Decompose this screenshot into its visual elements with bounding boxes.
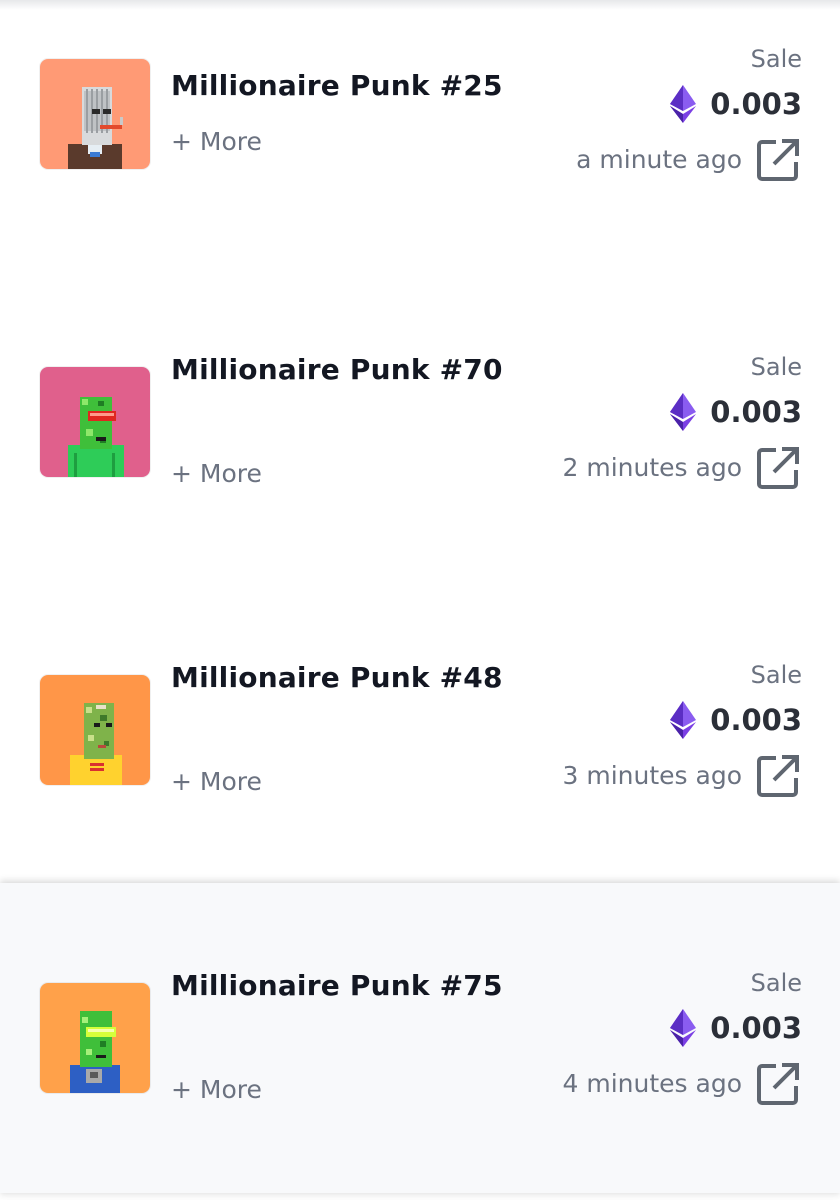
ethereum-icon [670,1009,697,1047]
timestamp: 4 minutes ago [562,1069,742,1098]
event-type-label: Sale [750,969,802,997]
timestamp: 2 minutes ago [562,453,742,482]
external-link-icon[interactable] [756,754,800,798]
ethereum-icon [670,701,697,739]
price: 0.003 [670,84,802,124]
price-value: 0.003 [710,1011,802,1045]
price: 0.003 [670,700,802,740]
nft-title[interactable]: Millionaire Punk #75 [171,962,531,1010]
more-button[interactable]: + More [171,766,262,798]
ethereum-icon [670,393,697,431]
nft-title[interactable]: Millionaire Punk #48 [171,654,531,702]
price-value: 0.003 [710,395,802,429]
timestamp-row: 2 minutes ago [563,446,800,490]
event-type-label: Sale [750,45,802,73]
more-button[interactable]: + More [171,126,262,158]
ethereum-icon [670,85,697,123]
list-item[interactable]: Millionaire Punk #75 + More Sale 0.003 4… [0,883,840,1193]
nft-title[interactable]: Millionaire Punk #25 [171,62,531,110]
more-button[interactable]: + More [171,1074,262,1106]
list-item[interactable]: Millionaire Punk #25 + More Sale 0.003 a… [0,0,840,300]
price: 0.003 [670,1008,802,1048]
event-type-label: Sale [750,661,802,689]
price-value: 0.003 [710,87,802,121]
more-button[interactable]: + More [171,458,262,490]
price-value: 0.003 [710,703,802,737]
sales-activity-list: Millionaire Punk #25 + More Sale 0.003 a… [0,0,840,1200]
list-item[interactable]: Millionaire Punk #48 + More Sale 0.003 3… [0,600,840,883]
timestamp-row: 4 minutes ago [563,1062,800,1106]
nft-title[interactable]: Millionaire Punk #70 [171,346,531,394]
price: 0.003 [670,392,802,432]
external-link-icon[interactable] [756,138,800,182]
timestamp: 3 minutes ago [562,761,742,790]
nft-thumbnail[interactable] [40,983,150,1093]
event-type-label: Sale [750,353,802,381]
external-link-icon[interactable] [756,446,800,490]
nft-thumbnail[interactable] [40,675,150,785]
timestamp-row: 3 minutes ago [563,754,800,798]
nft-thumbnail[interactable] [40,59,150,169]
list-item[interactable]: Millionaire Punk #70 + More Sale 0.003 2… [0,300,840,600]
timestamp-row: a minute ago [576,138,800,182]
nft-thumbnail[interactable] [40,367,150,477]
external-link-icon[interactable] [756,1062,800,1106]
timestamp: a minute ago [576,145,742,174]
